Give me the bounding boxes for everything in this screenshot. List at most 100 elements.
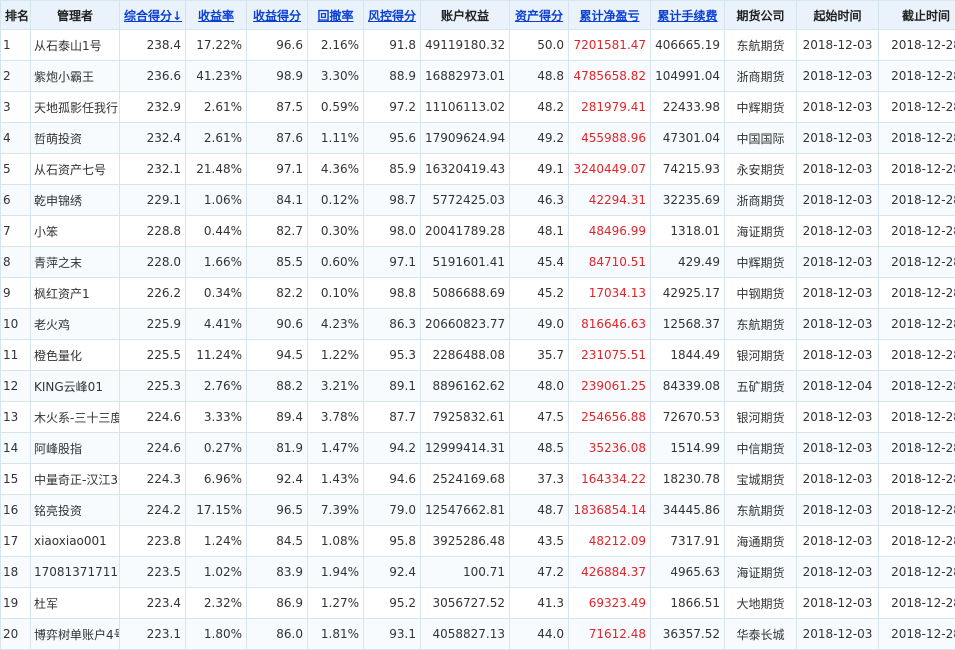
composite-score-cell: 232.9 [120, 92, 186, 123]
col-return-rate-header[interactable]: 收益率 [186, 1, 247, 30]
end-date-cell: 2018-12-28 [879, 464, 955, 495]
risk-score-cell: 87.7 [364, 402, 421, 433]
net-profit-cell: 254656.88 [569, 402, 651, 433]
col-risk-score-header[interactable]: 风控得分 [364, 1, 421, 30]
end-date-cell: 2018-12-28 [879, 588, 955, 619]
manager-cell: 哲萌投资 [31, 123, 120, 154]
broker-cell: 宝城期货 [725, 464, 797, 495]
end-date-cell: 2018-12-28 [879, 30, 955, 61]
table-row: 1从石泰山1号238.417.22%96.62.16%91.849119180.… [1, 30, 955, 61]
equity-cell: 20660823.77 [421, 309, 510, 340]
rank-cell: 17 [1, 526, 31, 557]
table-row: 5从石资产七号232.121.48%97.14.36%85.916320419.… [1, 154, 955, 185]
return-rate-cell: 0.27% [186, 433, 247, 464]
equity-cell: 12547662.81 [421, 495, 510, 526]
col-fees-header[interactable]: 累计手续费 [651, 1, 725, 30]
drawdown-cell: 3.21% [308, 371, 364, 402]
start-date-cell: 2018-12-03 [797, 557, 879, 588]
fees-cell: 1514.99 [651, 433, 725, 464]
manager-cell: 青萍之末 [31, 247, 120, 278]
manager-cell: 铭亮投资 [31, 495, 120, 526]
table-row: 20博弈树单账户4号223.11.80%86.01.81%93.14058827… [1, 619, 955, 650]
broker-cell: 东航期货 [725, 309, 797, 340]
composite-score-cell: 226.2 [120, 278, 186, 309]
table-row: 12KING云峰01225.32.76%88.23.21%89.18896162… [1, 371, 955, 402]
risk-score-cell: 88.9 [364, 61, 421, 92]
risk-score-cell: 86.3 [364, 309, 421, 340]
manager-cell: 橙色量化 [31, 340, 120, 371]
broker-cell: 中信期货 [725, 433, 797, 464]
composite-score-cell: 223.4 [120, 588, 186, 619]
drawdown-cell: 1.47% [308, 433, 364, 464]
table-row: 1817081371711223.51.02%83.91.94%92.4100.… [1, 557, 955, 588]
broker-cell: 浙商期货 [725, 185, 797, 216]
drawdown-cell: 4.36% [308, 154, 364, 185]
col-asset-score-header[interactable]: 资产得分 [510, 1, 569, 30]
asset-score-cell: 48.5 [510, 433, 569, 464]
manager-cell: xiaoxiao001 [31, 526, 120, 557]
composite-score-cell: 225.9 [120, 309, 186, 340]
end-date-cell: 2018-12-28 [879, 216, 955, 247]
table-row: 4哲萌投资232.42.61%87.61.11%95.617909624.944… [1, 123, 955, 154]
start-date-cell: 2018-12-03 [797, 402, 879, 433]
equity-cell: 16882973.01 [421, 61, 510, 92]
net-profit-cell: 48212.09 [569, 526, 651, 557]
asset-score-cell: 49.1 [510, 154, 569, 185]
asset-score-cell: 43.5 [510, 526, 569, 557]
end-date-cell: 2018-12-28 [879, 309, 955, 340]
return-score-cell: 86.9 [247, 588, 308, 619]
start-date-cell: 2018-12-03 [797, 464, 879, 495]
asset-score-cell: 50.0 [510, 30, 569, 61]
col-return-score-header[interactable]: 收益得分 [247, 1, 308, 30]
table-row: 6乾申锦绣229.11.06%84.10.12%98.75772425.0346… [1, 185, 955, 216]
header-row: 排名 管理者 综合得分↓ 收益率 收益得分 回撤率 风控得分 账户权益 资产得分… [1, 1, 955, 30]
end-date-cell: 2018-12-28 [879, 402, 955, 433]
composite-score-cell: 238.4 [120, 30, 186, 61]
broker-cell: 永安期货 [725, 154, 797, 185]
start-date-cell: 2018-12-03 [797, 247, 879, 278]
rank-cell: 12 [1, 371, 31, 402]
start-date-cell: 2018-12-03 [797, 154, 879, 185]
return-score-cell: 88.2 [247, 371, 308, 402]
broker-cell: 东航期货 [725, 495, 797, 526]
start-date-cell: 2018-12-03 [797, 216, 879, 247]
return-score-cell: 83.9 [247, 557, 308, 588]
table-row: 9枫红资产1226.20.34%82.20.10%98.85086688.694… [1, 278, 955, 309]
drawdown-cell: 0.30% [308, 216, 364, 247]
return-rate-cell: 1.06% [186, 185, 247, 216]
ranking-table: 排名 管理者 综合得分↓ 收益率 收益得分 回撤率 风控得分 账户权益 资产得分… [0, 0, 955, 650]
return-rate-cell: 0.34% [186, 278, 247, 309]
risk-score-cell: 89.1 [364, 371, 421, 402]
manager-cell: 从石泰山1号 [31, 30, 120, 61]
manager-cell: 枫红资产1 [31, 278, 120, 309]
manager-cell: 紫炮小霸王 [31, 61, 120, 92]
risk-score-cell: 95.2 [364, 588, 421, 619]
rank-cell: 6 [1, 185, 31, 216]
return-score-cell: 87.5 [247, 92, 308, 123]
return-rate-cell: 2.76% [186, 371, 247, 402]
risk-score-cell: 94.6 [364, 464, 421, 495]
col-equity-header: 账户权益 [421, 1, 510, 30]
net-profit-cell: 239061.25 [569, 371, 651, 402]
broker-cell: 银河期货 [725, 340, 797, 371]
col-composite-score-header[interactable]: 综合得分↓ [120, 1, 186, 30]
fees-cell: 74215.93 [651, 154, 725, 185]
rank-cell: 9 [1, 278, 31, 309]
asset-score-cell: 46.3 [510, 185, 569, 216]
manager-cell: 中量奇正-汉江3号 [31, 464, 120, 495]
fees-cell: 4965.63 [651, 557, 725, 588]
col-drawdown-header[interactable]: 回撤率 [308, 1, 364, 30]
start-date-cell: 2018-12-03 [797, 309, 879, 340]
return-rate-cell: 21.48% [186, 154, 247, 185]
risk-score-cell: 94.2 [364, 433, 421, 464]
end-date-cell: 2018-12-28 [879, 154, 955, 185]
equity-cell: 2524169.68 [421, 464, 510, 495]
table-row: 3天地孤影任我行232.92.61%87.50.59%97.211106113.… [1, 92, 955, 123]
col-net-profit-header[interactable]: 累计净盈亏 [569, 1, 651, 30]
asset-score-cell: 41.3 [510, 588, 569, 619]
fees-cell: 32235.69 [651, 185, 725, 216]
return-rate-cell: 2.61% [186, 92, 247, 123]
end-date-cell: 2018-12-28 [879, 340, 955, 371]
fees-cell: 36357.52 [651, 619, 725, 650]
composite-score-cell: 223.8 [120, 526, 186, 557]
